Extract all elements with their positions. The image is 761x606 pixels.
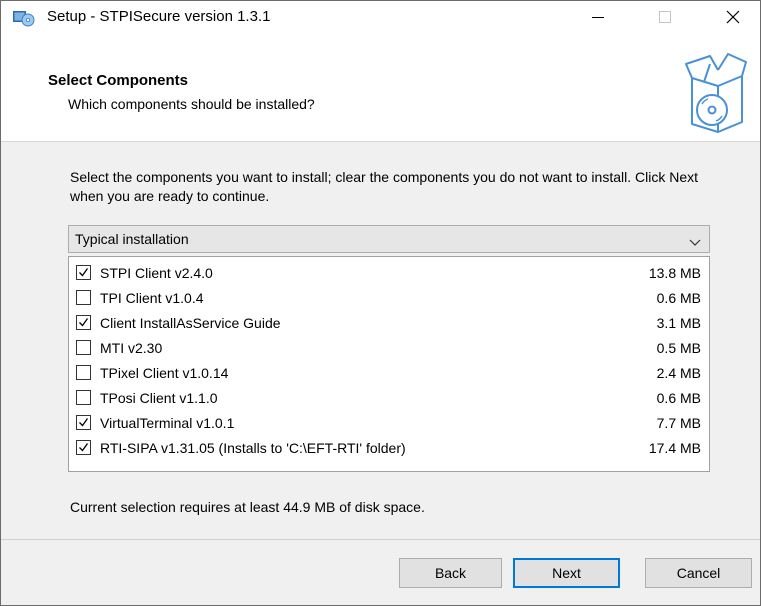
instructions-text: Select the components you want to instal…: [70, 169, 698, 204]
component-checkbox[interactable]: [76, 315, 91, 330]
wizard-header: Select Components Which components shoul…: [1, 32, 760, 142]
component-size: 3.1 MB: [656, 315, 701, 331]
component-row[interactable]: TPI Client v1.0.4 0.6 MB: [69, 286, 709, 310]
title-bar[interactable]: Setup - STPISecure version 1.3.1: [1, 1, 760, 32]
component-row[interactable]: RTI-SIPA v1.31.05 (Installs to 'C:\EFT-R…: [69, 436, 709, 460]
component-name: Client InstallAsService Guide: [100, 315, 281, 331]
setup-window: Setup - STPISecure version 1.3.1 Select …: [0, 0, 761, 606]
checkmark-icon: [79, 318, 89, 327]
component-size: 13.8 MB: [648, 265, 701, 281]
installation-type-value: Typical installation: [75, 231, 189, 247]
component-size: 7.7 MB: [656, 415, 701, 431]
close-button[interactable]: [710, 1, 756, 32]
page-subtitle: Which components should be installed?: [68, 96, 315, 112]
cancel-button[interactable]: Cancel: [645, 558, 752, 588]
component-name: TPI Client v1.0.4: [100, 290, 204, 306]
minimize-icon: [592, 16, 604, 18]
component-checkbox[interactable]: [76, 340, 91, 355]
component-checkbox[interactable]: [76, 365, 91, 380]
footer-divider: [1, 539, 760, 540]
component-size: 0.6 MB: [656, 390, 701, 406]
back-button[interactable]: Back: [399, 558, 502, 588]
maximize-icon: [659, 10, 671, 23]
component-name: VirtualTerminal v1.0.1: [100, 415, 235, 431]
component-size: 0.5 MB: [656, 340, 701, 356]
component-row[interactable]: VirtualTerminal v1.0.1 7.7 MB: [69, 411, 709, 435]
component-checkbox[interactable]: [76, 440, 91, 455]
minimize-button[interactable]: [575, 1, 621, 32]
component-name: RTI-SIPA v1.31.05 (Installs to 'C:\EFT-R…: [100, 440, 406, 456]
page-title: Select Components: [48, 72, 189, 89]
component-name: TPixel Client v1.0.14: [100, 365, 229, 381]
components-list[interactable]: STPI Client v2.4.0 13.8 MB TPI Client v1…: [68, 256, 710, 472]
close-icon: [726, 10, 740, 23]
component-row[interactable]: Client InstallAsService Guide 3.1 MB: [69, 311, 709, 335]
component-name: STPI Client v2.4.0: [100, 265, 213, 281]
component-checkbox[interactable]: [76, 265, 91, 280]
component-checkbox[interactable]: [76, 415, 91, 430]
component-size: 17.4 MB: [648, 440, 701, 456]
component-checkbox[interactable]: [76, 390, 91, 405]
component-row[interactable]: TPixel Client v1.0.14 2.4 MB: [69, 361, 709, 385]
maximize-button[interactable]: [642, 1, 688, 32]
component-row[interactable]: STPI Client v2.4.0 13.8 MB: [69, 261, 709, 285]
installation-type-select[interactable]: Typical installation: [68, 225, 710, 253]
component-row[interactable]: TPosi Client v1.1.0 0.6 MB: [69, 386, 709, 410]
disk-space-text: Current selection requires at least 44.9…: [70, 499, 425, 515]
component-name: MTI v2.30: [100, 340, 163, 356]
checkmark-icon: [79, 268, 89, 277]
checkmark-icon: [79, 418, 89, 427]
component-size: 2.4 MB: [656, 365, 701, 381]
chevron-down-icon: [689, 235, 701, 246]
component-checkbox[interactable]: [76, 290, 91, 305]
software-box-icon: [684, 52, 748, 136]
window-title: Setup - STPISecure version 1.3.1: [47, 8, 271, 25]
component-name: TPosi Client v1.1.0: [100, 390, 218, 406]
component-size: 0.6 MB: [656, 290, 701, 306]
next-button[interactable]: Next: [513, 558, 620, 588]
checkmark-icon: [79, 443, 89, 452]
setup-disc-icon: [13, 9, 35, 27]
component-row[interactable]: MTI v2.30 0.5 MB: [69, 336, 709, 360]
